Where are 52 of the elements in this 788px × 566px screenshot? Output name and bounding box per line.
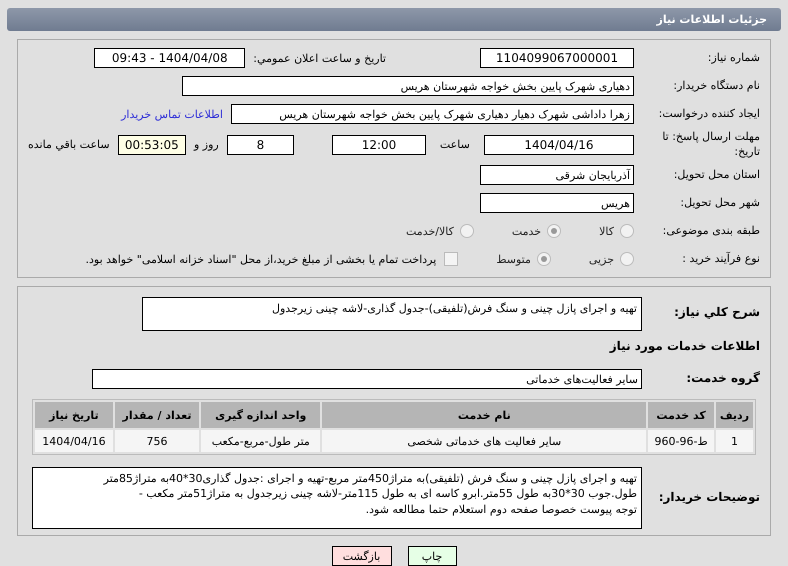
announce-date-field: 1404/04/08 - 09:43 [94, 48, 246, 68]
field-label: ساعت [440, 138, 470, 152]
summary-textarea: تهیه و اجرای پازل چینی و سنگ فرش(تلفیقی)-جدول گذاری-لاشه چینی زیرجدول [142, 297, 642, 331]
radio-option[interactable]: کالا/خدمت [406, 224, 474, 238]
field-label: شهر محل تحويل: [679, 196, 760, 210]
days-field: 8 [226, 134, 294, 155]
field-label: تاريخ و ساعت اعلان عمومي: [253, 52, 386, 65]
table-cell: سایر فعالیت های خدماتی شخصی [322, 430, 646, 452]
section-title: اطلاعات خدمات مورد نياز [608, 339, 760, 355]
field-label: طبقه بندی موضوعی: [662, 224, 760, 238]
field-label: گروه خدمت: [685, 371, 760, 387]
table-cell: 756 [114, 430, 200, 452]
buyer-name-field: دهیاری شهرک پایین بخش خواجه شهرستان هریس [182, 76, 634, 96]
column-header: ردیف [716, 402, 753, 428]
page-header: جزئیات اطلاعات نیاز [7, 8, 781, 32]
table-cell: 1 [716, 430, 753, 452]
field-label: استان محل تحويل: [672, 168, 760, 182]
radio-option[interactable]: متوسط [496, 252, 551, 266]
field-label: توضیحات خریدار: [658, 490, 760, 506]
column-header: تاریخ نیاز [35, 402, 113, 428]
column-header: کد خدمت [648, 402, 714, 428]
field-label: شرح کلي نياز: [673, 305, 760, 321]
radio-option[interactable]: کالا [599, 224, 634, 238]
radio-option[interactable]: جزیی [588, 252, 634, 266]
creator-field: زهرا داداشی شهرک دهیار دهیاری شهرک پایین بخش خواجه شهرستان هریس [231, 104, 634, 124]
table-cell: ط-96-960 [648, 430, 714, 452]
need-number-field: 1104099067000001 [480, 48, 634, 68]
field-label: مهلت ارسال پاسخ: تا تاريخ: [661, 130, 760, 159]
treasury-checkbox[interactable] [444, 252, 458, 266]
service-group-field: سایر فعالیت‌های خدماتی [92, 369, 642, 389]
buyer-contact-link[interactable]: اطلاعات تماس خریدار [121, 108, 223, 121]
field-label: ايجاد کننده درخواست: [658, 107, 760, 122]
field-label: روز و [194, 138, 219, 152]
print-button[interactable]: چاپ [408, 546, 456, 566]
city-field: هریس [480, 193, 634, 213]
table-cell: متر طول-مربع-مکعب [201, 430, 320, 452]
radio-option[interactable]: خدمت [512, 224, 562, 238]
column-header: نام خدمت [322, 402, 646, 428]
deadline-date-field: 1404/04/16 [484, 134, 634, 155]
remaining-time-field: 00:53:05 [118, 134, 186, 155]
field-label: نام دستگاه خريدار: [672, 79, 760, 94]
field-label: شماره نیاز: [706, 51, 760, 66]
back-button[interactable]: بازگشت [332, 546, 392, 566]
deadline-time-field: 12:00 [332, 134, 426, 155]
field-label: نوع فرآیند خرید : [681, 252, 760, 266]
province-field: آذربایجان شرقی [480, 165, 634, 185]
table-cell: 1404/04/16 [35, 430, 113, 452]
column-header: تعداد / مقدار [114, 402, 200, 428]
column-header: واحد اندازه گیری [201, 402, 320, 428]
buyer-notes-textarea: تهیه و اجرای پازل چینی و سنگ فرش (تلفیقی)به متراژ450متر مربع-تهیه و اجرای :جدول گذاری30*40به متراژ85متر طول.جوب 30*30به طول 55متر.ابرو کاسه ای به طول 115متر-لاشه چینی زیرجدول به متراژ51متر مکعب - توجه پیوست خصوصا صفحه دوم استعلام حتما مطالعه شود. [32, 467, 642, 529]
treasury-label: پرداخت تمام یا بخشی از مبلغ خرید،از محل "اسناد خزانه اسلامی" خواهد بود. [86, 252, 436, 266]
field-label: ساعت باقي مانده [28, 138, 110, 152]
